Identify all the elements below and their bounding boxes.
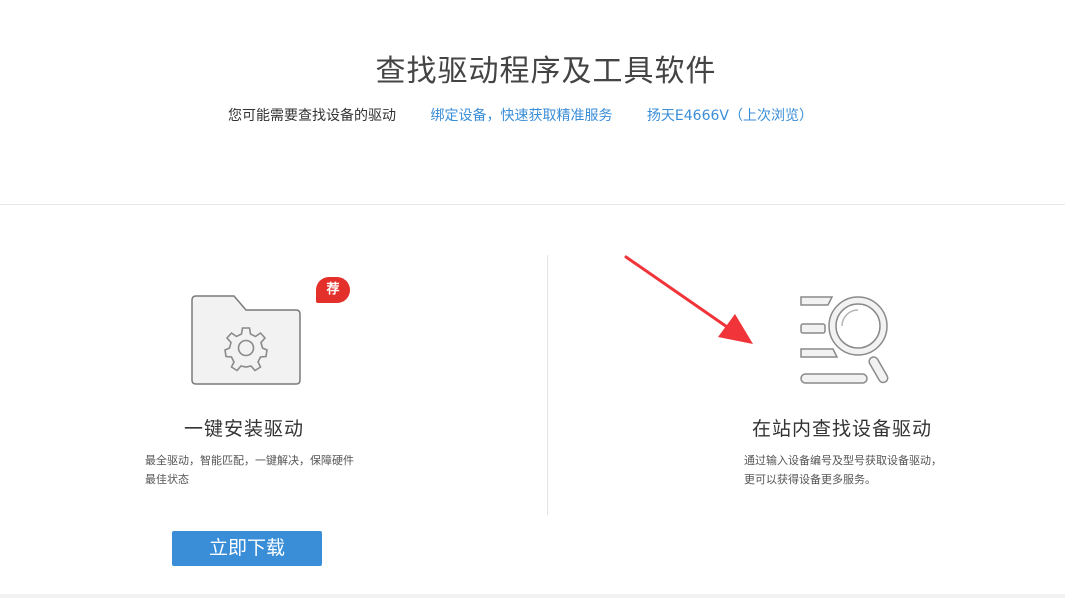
one-click-install-description: 最全驱动，智能匹配，一键解决，保障硬件最佳状态 (145, 454, 354, 486)
download-now-button[interactable]: 立即下载 (172, 531, 322, 566)
page-title: 查找驱动程序及工具软件 (375, 54, 717, 89)
hint-text: 您可能需要查找设备的驱动 (228, 108, 396, 124)
one-click-install-title[interactable]: 一键安装驱动 (184, 414, 304, 441)
top-divider (0, 204, 1065, 205)
search-list-icon[interactable] (798, 294, 896, 386)
bottom-divider (0, 594, 1065, 598)
bind-device-link[interactable]: 绑定设备，快速获取精准服务 (430, 108, 612, 124)
center-divider (547, 255, 548, 515)
site-search-title[interactable]: 在站内查找设备驱动 (752, 414, 932, 441)
recommend-badge: 荐 (316, 277, 350, 303)
driver-search-page: 查找驱动程序及工具软件 您可能需要查找设备的驱动 绑定设备，快速获取精准服务 扬… (0, 0, 1065, 598)
subheader: 您可能需要查找设备的驱动 绑定设备，快速获取精准服务 扬天E4666V（上次浏览… (228, 105, 813, 125)
site-search-description: 通过输入设备编号及型号获取设备驱动，更可以获得设备更多服务。 (744, 454, 942, 486)
folder-gear-icon[interactable] (190, 294, 303, 387)
recent-device-link[interactable]: 扬天E4666V（上次浏览） (647, 108, 813, 124)
red-arrow-icon (624, 255, 753, 344)
